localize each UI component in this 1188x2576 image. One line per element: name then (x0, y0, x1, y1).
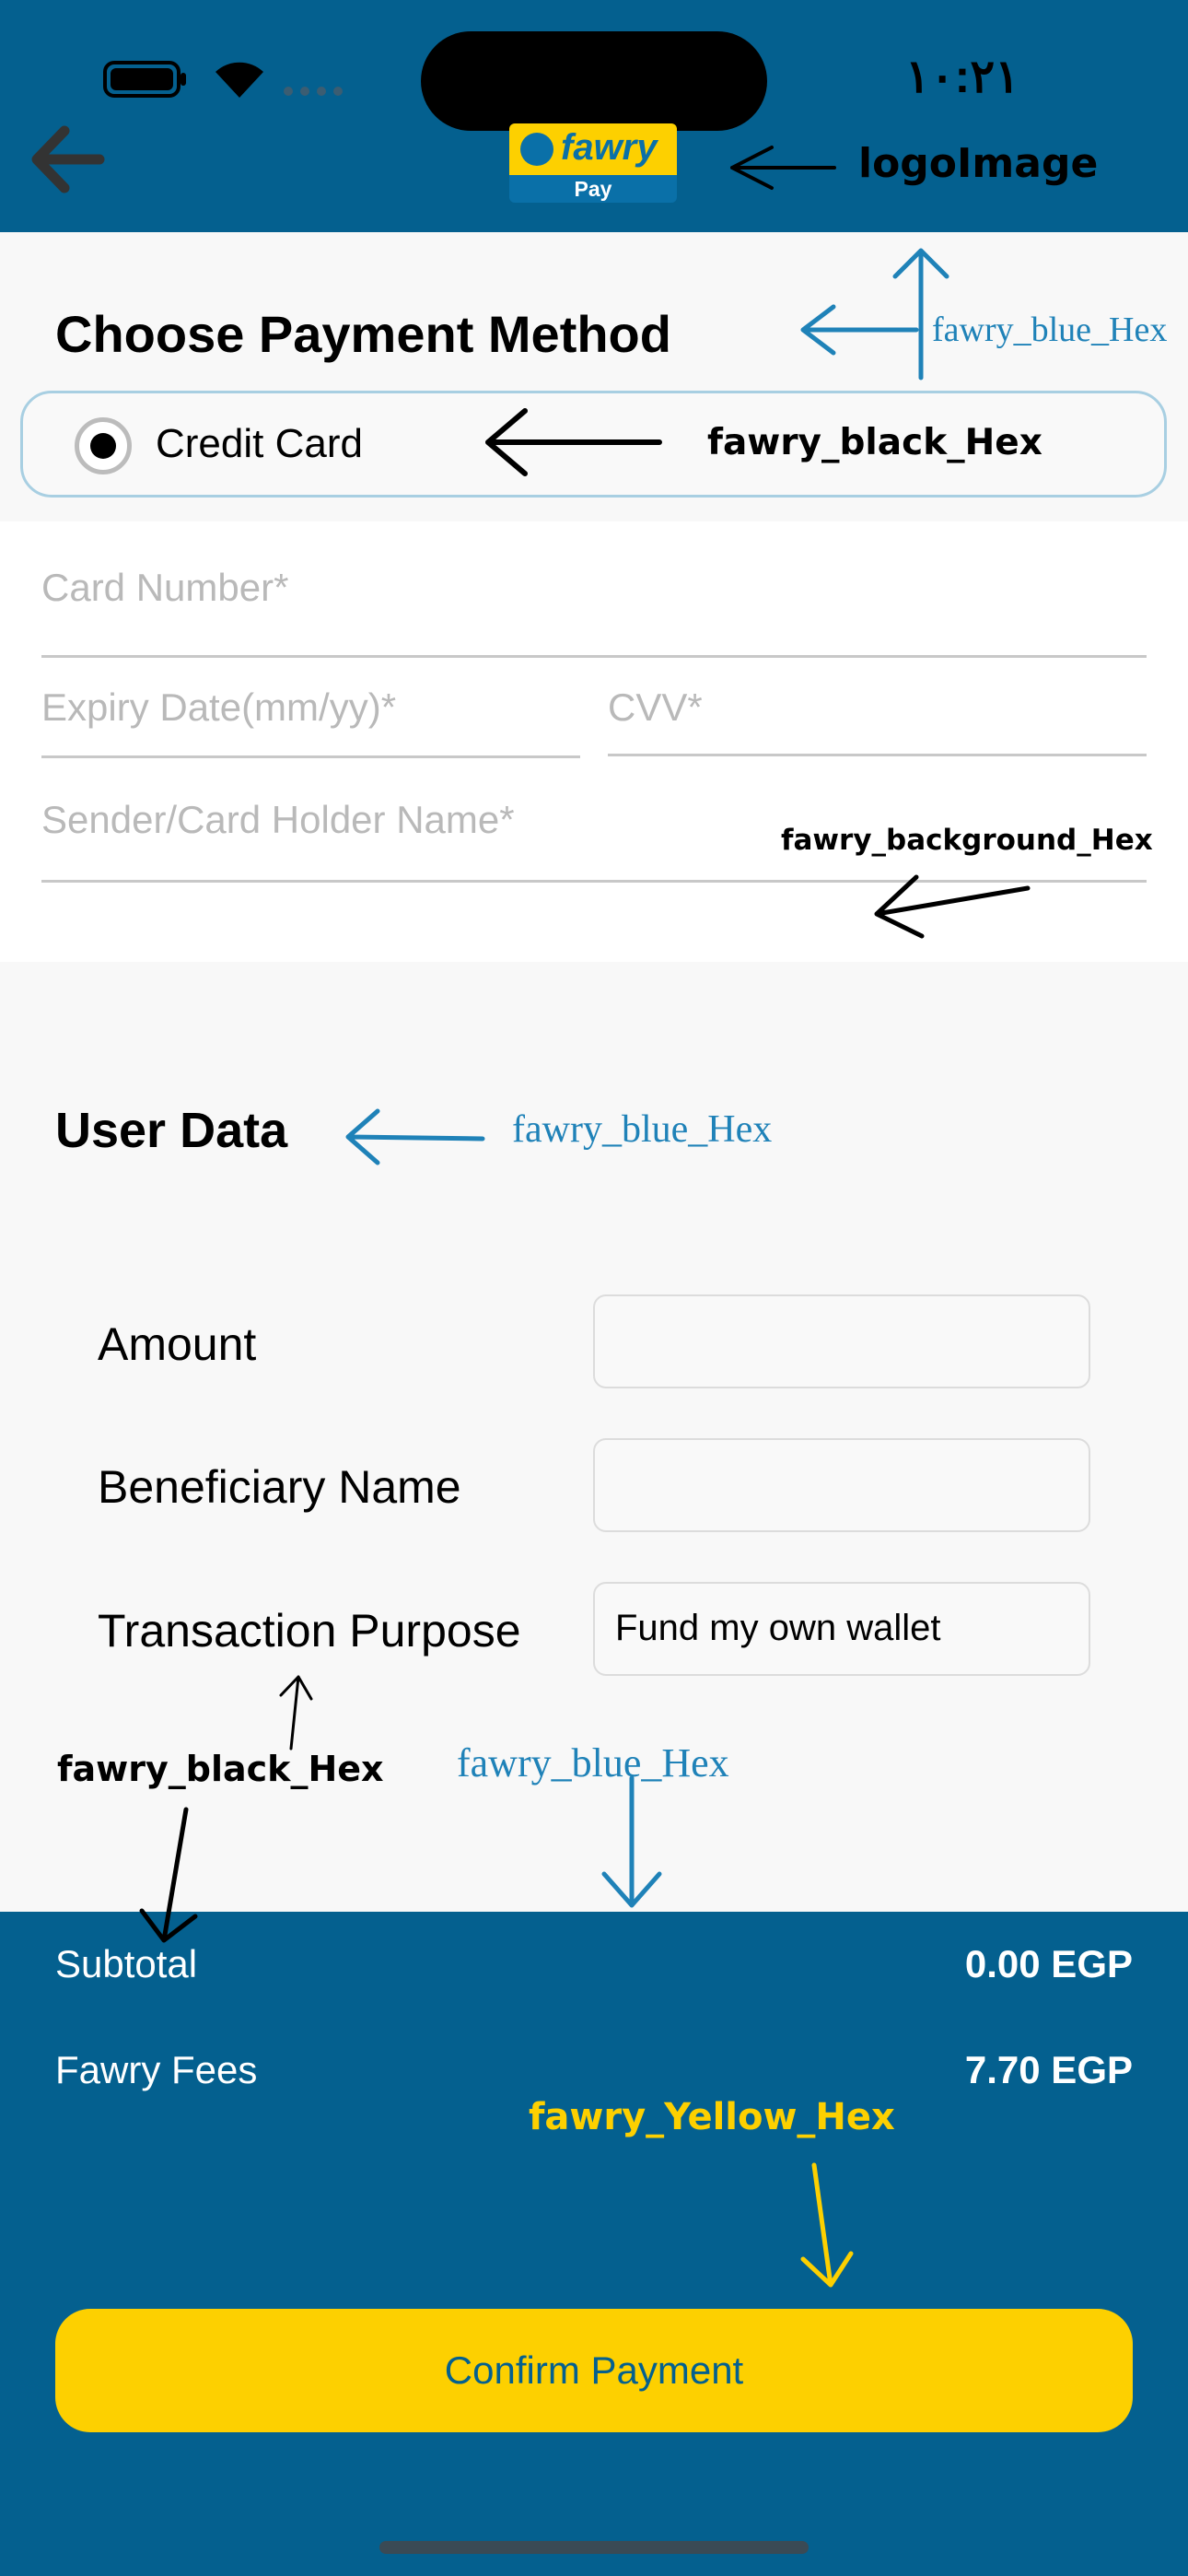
radio-selected-dot (90, 433, 116, 459)
beneficiary-name-input[interactable] (593, 1438, 1090, 1532)
confirm-payment-button[interactable]: Confirm Payment (55, 2309, 1133, 2432)
amount-input[interactable] (593, 1294, 1090, 1388)
annotation-logo: logoImage (858, 140, 1099, 187)
annotation-background: fawry_background_Hex (781, 824, 1153, 857)
subtotal-value: 0.00 EGP (964, 1942, 1133, 1985)
fees-value: 7.70 EGP (964, 2048, 1133, 2091)
annotation-yellow-button: fawry_Yellow_Hex (529, 2096, 895, 2138)
cvv-input[interactable]: CVV* (608, 685, 703, 730)
cvv-underline (608, 754, 1147, 756)
arrow-blue-user (345, 1108, 485, 1165)
payment-summary-footer (0, 1912, 1188, 2576)
arrow-label-up (279, 1675, 313, 1751)
annotation-blue-user: fawry_blue_Hex (512, 1108, 773, 1151)
fawry-mark-icon (520, 133, 553, 166)
transaction-purpose-select[interactable]: Fund my own wallet (593, 1582, 1090, 1676)
beneficiary-name-label: Beneficiary Name (98, 1461, 461, 1513)
battery-icon (103, 61, 186, 98)
user-data-title: User Data (55, 1103, 288, 1158)
transaction-purpose-label: Transaction Purpose (98, 1605, 521, 1657)
annotation-black-label: fawry_black_Hex (57, 1749, 384, 1789)
fawry-pay-logo: fawry Pay (509, 123, 677, 203)
card-holder-input[interactable]: Sender/Card Holder Name* (41, 798, 515, 842)
annotation-black-option: fawry_black_Hex (707, 422, 1042, 463)
transaction-purpose-value: Fund my own wallet (615, 1608, 941, 1648)
fees-label: Fawry Fees (55, 2048, 258, 2091)
expiry-date-input[interactable]: Expiry Date(mm/yy)* (41, 685, 396, 730)
card-holder-underline (41, 880, 1147, 883)
credit-card-label: Credit Card (156, 421, 363, 466)
payment-method-title: Choose Payment Method (55, 305, 671, 363)
card-number-underline (41, 655, 1147, 658)
expiry-underline (41, 755, 580, 758)
annotation-blue-title: fawry_blue_Hex (932, 310, 1168, 349)
radio-button[interactable] (75, 417, 132, 474)
annotation-blue-footer: fawry_blue_Hex (457, 1740, 729, 1786)
amount-label: Amount (98, 1318, 257, 1370)
subtotal-label: Subtotal (55, 1942, 198, 1985)
dynamic-island (421, 31, 767, 131)
home-indicator (379, 2541, 809, 2554)
signal-dots-icon (284, 87, 343, 96)
status-time: ١٠:٢١ (904, 51, 1020, 102)
card-number-input[interactable]: Card Number* (41, 566, 288, 610)
wifi-icon (215, 62, 263, 98)
arrow-blue-down (601, 1775, 662, 1908)
back-arrow-icon[interactable] (28, 122, 105, 197)
